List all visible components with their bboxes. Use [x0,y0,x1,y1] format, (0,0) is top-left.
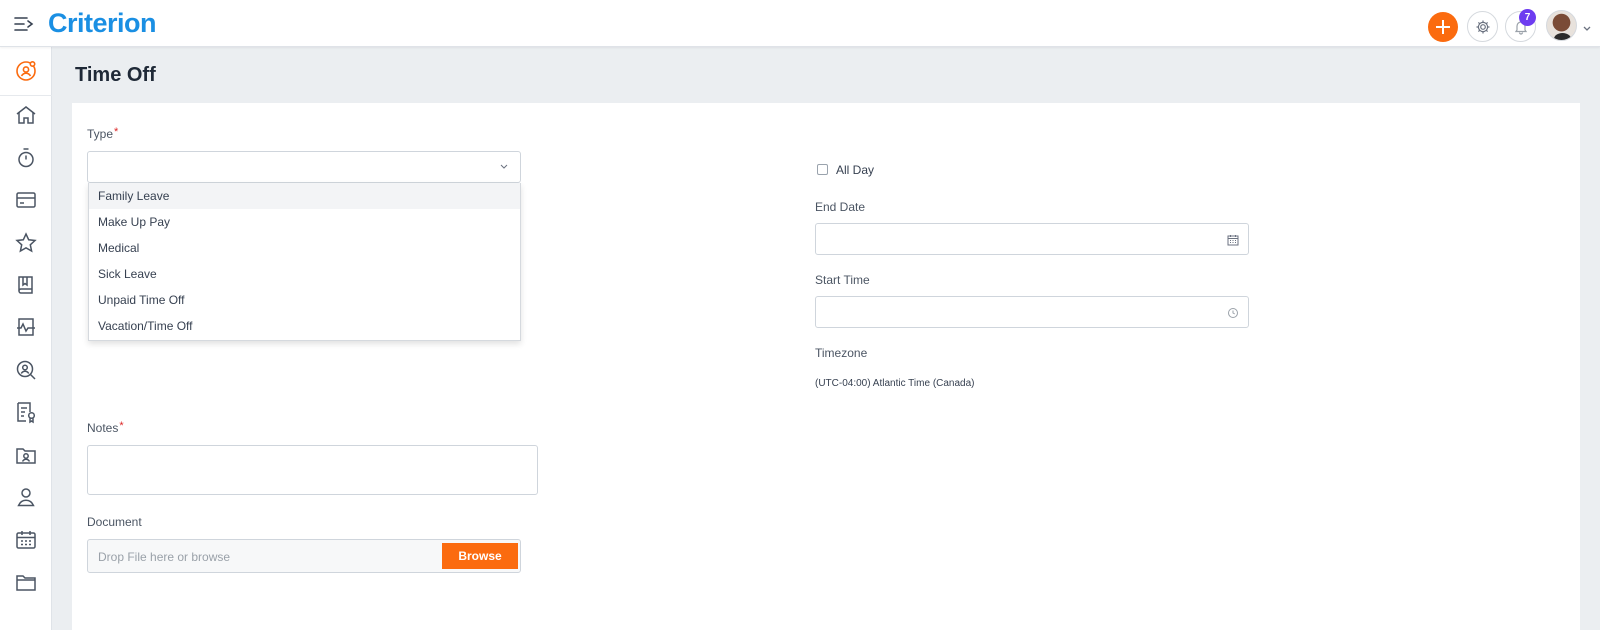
required-marker: * [119,420,124,432]
card-icon[interactable] [14,188,38,212]
end-date-input[interactable] [816,224,1248,254]
pulse-icon[interactable] [14,315,38,339]
menu-toggle-icon[interactable] [13,14,35,34]
add-button[interactable] [1428,12,1458,42]
notes-label: Notes* [87,420,124,435]
all-day-checkbox[interactable] [817,164,828,175]
clock-icon[interactable] [1227,307,1239,319]
document-badge-icon[interactable] [14,400,38,424]
book-icon[interactable] [14,273,38,297]
required-marker: * [114,126,119,138]
calendar-icon[interactable] [14,528,38,552]
end-date-label: End Date [815,200,866,214]
end-date-field [815,223,1249,255]
avatar[interactable] [1546,10,1577,41]
folder-user-icon[interactable] [14,443,38,467]
type-option-unpaid-time-off[interactable]: Unpaid Time Off [89,287,520,313]
all-day-label: All Day [836,163,875,177]
folder-icon[interactable] [14,570,38,594]
type-option-family-leave[interactable]: Family Leave [89,183,520,209]
type-select[interactable] [87,151,521,183]
document-label: Document [87,515,142,529]
browse-button[interactable]: Browse [442,543,518,569]
document-placeholder: Drop File here or browse [98,550,231,564]
start-time-label: Start Time [815,273,870,287]
type-option-sick-leave[interactable]: Sick Leave [89,261,520,287]
type-label: Type* [87,126,119,141]
sidebar [0,47,52,630]
stopwatch-icon[interactable] [14,146,38,170]
document-dropzone[interactable]: Drop File here or browse Browse [87,539,521,573]
star-icon[interactable] [14,231,38,255]
main-content: Time Off Type* Family Leave Make Up Pay … [52,47,1600,630]
search-user-icon[interactable] [14,358,38,382]
notification-badge: 7 [1519,9,1536,26]
gear-icon [1476,20,1490,34]
type-option-vacation[interactable]: Vacation/Time Off [89,313,520,339]
chevron-down-icon [500,164,508,169]
start-time-field [815,296,1249,328]
settings-button[interactable] [1467,11,1498,42]
logo[interactable]: Criterion [48,8,157,39]
home-icon[interactable] [14,103,38,127]
type-option-make-up-pay[interactable]: Make Up Pay [89,209,520,235]
notes-input[interactable] [87,445,538,495]
sidebar-divider [0,95,52,96]
calendar-icon[interactable] [1227,234,1239,246]
top-bar: Criterion 7 [0,0,1600,47]
page-title: Time Off [75,64,156,86]
timezone-label: Timezone [815,346,868,360]
timezone-value: (UTC-04:00) Atlantic Time (Canada) [815,378,975,389]
start-time-input[interactable] [816,297,1248,327]
chevron-down-icon[interactable] [1582,20,1592,31]
type-dropdown: Family Leave Make Up Pay Medical Sick Le… [88,183,521,341]
person-icon[interactable] [14,485,38,509]
time-off-form: Type* Family Leave Make Up Pay Medical S… [72,103,1580,630]
type-option-medical[interactable]: Medical [89,235,520,261]
user-circle-icon[interactable] [14,59,38,83]
